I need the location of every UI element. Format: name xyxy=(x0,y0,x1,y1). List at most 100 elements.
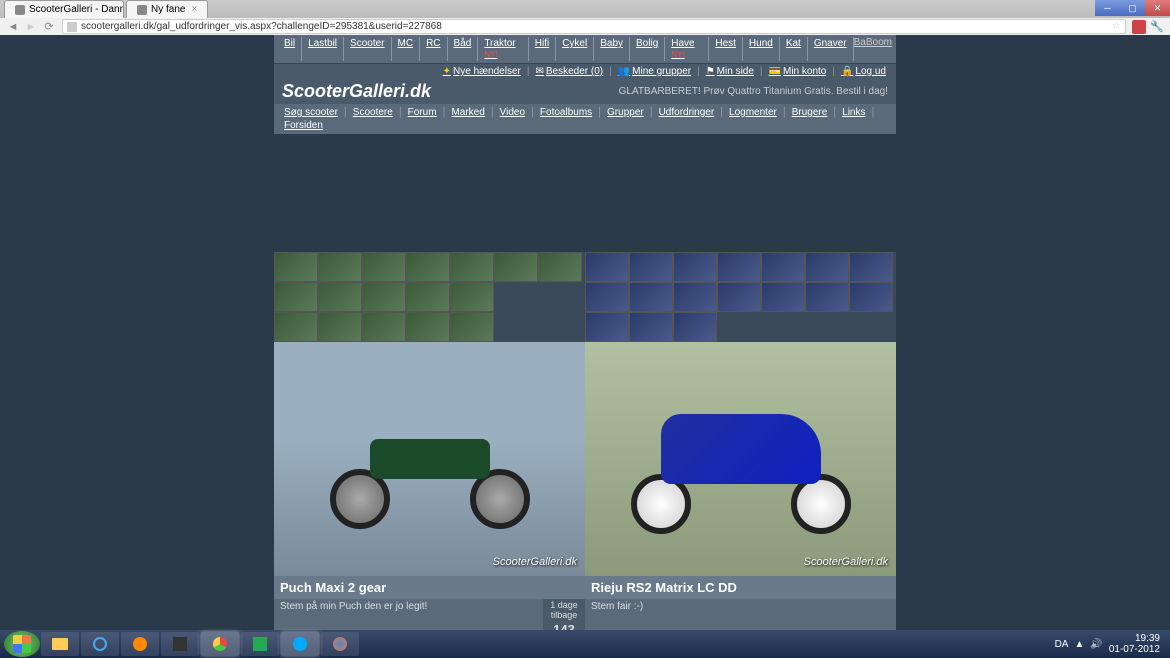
cat-baby[interactable]: Baby xyxy=(594,37,630,61)
task-app[interactable] xyxy=(161,632,199,656)
minimize-button[interactable]: ─ xyxy=(1095,0,1120,16)
thumbnail[interactable] xyxy=(673,282,717,312)
thumbnail[interactable] xyxy=(849,252,893,282)
cat-bolig[interactable]: Bolig xyxy=(630,37,665,61)
maximize-button[interactable]: ▢ xyxy=(1120,0,1145,16)
cat-have[interactable]: Have NY! xyxy=(665,37,709,61)
back-button[interactable]: ◄ xyxy=(4,19,22,35)
star-icon[interactable]: ☆ xyxy=(1112,21,1121,32)
thumbnail[interactable] xyxy=(318,282,362,312)
start-button[interactable] xyxy=(4,631,40,657)
cat-båd[interactable]: Båd xyxy=(448,37,479,61)
task-skype[interactable] xyxy=(281,632,319,656)
nav-grupper[interactable]: Grupper xyxy=(601,106,650,119)
thumbnail[interactable] xyxy=(406,282,450,312)
cat-hund[interactable]: Hund xyxy=(743,37,780,61)
nav-udfordringer[interactable]: Udfordringer xyxy=(653,106,721,119)
cat-scooter[interactable]: Scooter xyxy=(344,37,391,61)
nav-fotoalbums[interactable]: Fotoalbums xyxy=(534,106,598,119)
task-media[interactable] xyxy=(121,632,159,656)
nav-video[interactable]: Video xyxy=(494,106,531,119)
thumbnail[interactable] xyxy=(585,282,629,312)
cat-lastbil[interactable]: Lastbil xyxy=(302,37,344,61)
link-min-konto[interactable]: 💳Min konto xyxy=(765,66,831,77)
tab-nyfane[interactable]: Ny fane × xyxy=(126,0,208,18)
task-app2[interactable] xyxy=(241,632,279,656)
task-explorer[interactable] xyxy=(41,632,79,656)
skype-icon xyxy=(293,637,307,651)
baboom-link[interactable]: BaBoom xyxy=(854,37,892,61)
cat-traktor[interactable]: Traktor NY! xyxy=(478,37,528,61)
thumbnail[interactable] xyxy=(673,312,717,342)
thumbnail[interactable] xyxy=(318,312,362,342)
thumbnail[interactable] xyxy=(406,252,450,282)
cat-kat[interactable]: Kat xyxy=(780,37,808,61)
tray-flag-icon[interactable]: ▲ xyxy=(1074,639,1084,650)
thumbnail[interactable] xyxy=(629,252,673,282)
site-logo[interactable]: ScooterGalleri.dk xyxy=(282,81,431,102)
thumbnail[interactable] xyxy=(717,252,761,282)
nav-logmenter[interactable]: Logmenter xyxy=(723,106,783,119)
nav-marked[interactable]: Marked xyxy=(445,106,490,119)
thumbnail[interactable] xyxy=(362,252,406,282)
thumbnail[interactable] xyxy=(274,282,318,312)
tab-scootergalleri[interactable]: ScooterGalleri - Danma × xyxy=(4,0,124,18)
main-image-right[interactable]: ScooterGalleri.dk xyxy=(585,342,896,576)
thumbnail[interactable] xyxy=(450,252,494,282)
thumbnail[interactable] xyxy=(585,252,629,282)
wrench-icon[interactable]: 🔧 xyxy=(1148,19,1166,35)
cat-hifi[interactable]: Hifi xyxy=(529,37,556,61)
cat-bil[interactable]: Bil xyxy=(278,37,302,61)
main-image-left[interactable]: ScooterGalleri.dk xyxy=(274,342,585,576)
thumbnail[interactable] xyxy=(761,252,805,282)
lang-indicator[interactable]: DA xyxy=(1055,639,1069,650)
task-ie[interactable] xyxy=(81,632,119,656)
reload-button[interactable]: ⟳ xyxy=(40,19,58,35)
thumbnail[interactable] xyxy=(717,282,761,312)
cat-mc[interactable]: MC xyxy=(392,37,421,61)
thumbnail[interactable] xyxy=(629,282,673,312)
task-chrome[interactable] xyxy=(201,632,239,656)
link-beskeder[interactable]: ✉Beskeder (0) xyxy=(531,66,607,77)
clock[interactable]: 19:39 01-07-2012 xyxy=(1109,633,1160,655)
thumbnail[interactable] xyxy=(629,312,673,342)
volume-icon[interactable]: 🔊 xyxy=(1090,639,1102,650)
task-firefox[interactable] xyxy=(321,632,359,656)
thumbnail[interactable] xyxy=(585,312,629,342)
promo-text[interactable]: GLATBARBERET! Prøv Quattro Titanium Grat… xyxy=(619,86,888,97)
nav-søg-scooter[interactable]: Søg scooter xyxy=(278,106,344,119)
thumbnail[interactable] xyxy=(849,282,893,312)
thumbnail[interactable] xyxy=(318,252,362,282)
link-log-ud[interactable]: 🔒Log ud xyxy=(837,66,890,77)
tab-close-icon[interactable]: × xyxy=(191,4,197,15)
url-bar[interactable]: scootergalleri.dk/gal_udfordringer_vis.a… xyxy=(62,19,1126,34)
thumbnail[interactable] xyxy=(761,282,805,312)
forward-button[interactable]: ► xyxy=(22,19,40,35)
cat-hest[interactable]: Hest xyxy=(709,37,743,61)
thumbnail[interactable] xyxy=(406,312,450,342)
thumbnail[interactable] xyxy=(673,252,717,282)
thumbnail[interactable] xyxy=(450,282,494,312)
thumbnail[interactable] xyxy=(274,252,318,282)
thumbnail[interactable] xyxy=(538,252,582,282)
cat-cykel[interactable]: Cykel xyxy=(556,37,594,61)
nav-scootere[interactable]: Scootere xyxy=(347,106,399,119)
thumbnail[interactable] xyxy=(805,282,849,312)
nav-links[interactable]: Links xyxy=(836,106,871,119)
thumbnail[interactable] xyxy=(494,252,538,282)
thumbnail[interactable] xyxy=(362,282,406,312)
link-nye-haendelser[interactable]: ✦Nye hændelser xyxy=(439,66,525,77)
link-mine-grupper[interactable]: 👥Mine grupper xyxy=(614,66,695,77)
cat-rc[interactable]: RC xyxy=(420,37,447,61)
thumbnail[interactable] xyxy=(274,312,318,342)
nav-forum[interactable]: Forum xyxy=(402,106,443,119)
extension-icon[interactable] xyxy=(1132,20,1146,34)
close-button[interactable]: ✕ xyxy=(1145,0,1170,16)
nav-forsiden[interactable]: Forsiden xyxy=(278,119,329,132)
thumbnail[interactable] xyxy=(450,312,494,342)
nav-brugere[interactable]: Brugere xyxy=(786,106,834,119)
link-min-side[interactable]: ⚑Min side xyxy=(702,66,758,77)
thumbnail[interactable] xyxy=(362,312,406,342)
cat-gnaver[interactable]: Gnaver xyxy=(808,37,854,61)
thumbnail[interactable] xyxy=(805,252,849,282)
